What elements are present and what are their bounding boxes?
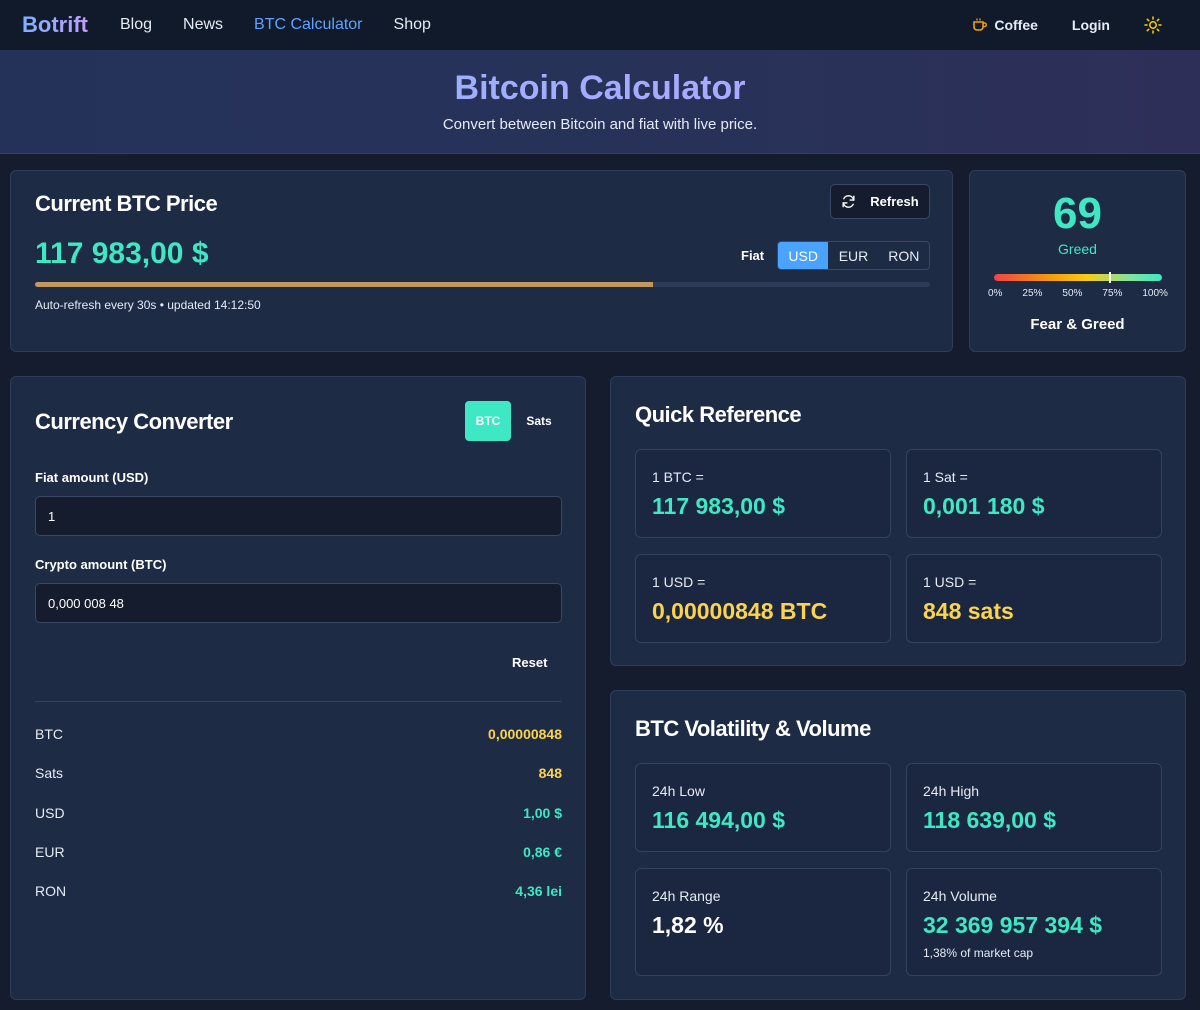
reference-tile-btc: 1 BTC = 117 983,00 $ <box>635 449 891 538</box>
refresh-label: Refresh <box>870 194 919 209</box>
brand-logo[interactable]: Botrift <box>22 12 88 38</box>
result-row-usd: USD 1,00 $ <box>35 805 562 821</box>
coffee-label: Coffee <box>994 17 1038 33</box>
nav-link-btc-calculator[interactable]: BTC Calculator <box>254 16 362 34</box>
result-key: Sats <box>35 765 64 781</box>
fear-greed-ticks: 0% 25% 50% 75% 100% <box>988 288 1168 299</box>
tile-value: 848 sats <box>923 598 1014 624</box>
reset-button[interactable]: Reset <box>512 655 547 670</box>
nav-link-blog[interactable]: Blog <box>120 16 152 34</box>
top-nav: Botrift Blog News BTC Calculator Shop Co… <box>0 0 1200 50</box>
tile-value: 116 494,00 $ <box>652 807 786 833</box>
page-subtitle: Convert between Bitcoin and fiat with li… <box>442 116 758 133</box>
fear-greed-tick: 75% <box>1102 288 1123 299</box>
result-row-sats: Sats 848 <box>35 765 562 781</box>
tile-value: 32 369 957 394 $ <box>923 912 1103 938</box>
result-key: BTC <box>35 726 63 742</box>
tile-label: 24h Range <box>652 888 721 904</box>
tile-label: 24h Low <box>652 783 705 799</box>
fiat-amount-input[interactable] <box>35 496 562 536</box>
fear-greed-tick: 0% <box>988 288 1003 299</box>
crypto-amount-label: Crypto amount (BTC) <box>35 557 167 572</box>
tile-label: 24h High <box>923 783 980 799</box>
fiat-option-usd[interactable]: USD <box>778 242 829 269</box>
tile-label: 1 Sat = <box>923 469 968 485</box>
unit-toggle-btc[interactable]: BTC <box>465 401 511 441</box>
nav-link-news[interactable]: News <box>183 16 223 34</box>
tile-value: 118 639,00 $ <box>923 807 1057 833</box>
refresh-button[interactable]: Refresh <box>830 184 930 219</box>
refresh-icon <box>842 195 855 208</box>
coffee-cup-icon <box>973 18 988 31</box>
refresh-progress-fill <box>35 282 653 287</box>
converter-title: Currency Converter <box>35 409 233 434</box>
tile-value: 1,82 % <box>652 912 724 938</box>
fear-greed-tick: 25% <box>1022 288 1043 299</box>
coffee-button[interactable]: Coffee <box>972 17 1038 33</box>
result-key: RON <box>35 883 67 899</box>
fear-greed-tick: 50% <box>1062 288 1083 299</box>
btc-price-value: 117 983,00 $ <box>35 237 209 270</box>
volatility-title: BTC Volatility & Volume <box>635 716 871 741</box>
tile-value: 0,001 180 $ <box>923 493 1045 519</box>
nav-right: Coffee Login <box>972 16 1178 34</box>
result-value: 848 <box>538 765 562 781</box>
theme-toggle-sun-icon[interactable] <box>1144 16 1162 34</box>
stat-tile-24h-volume: 24h Volume 32 369 957 394 $ 1,38% of mar… <box>906 868 1162 976</box>
fear-greed-gradient-bar <box>994 272 1162 283</box>
tile-label: 24h Volume <box>923 888 997 904</box>
fear-greed-sentiment: Greed <box>1058 241 1097 257</box>
tile-value: 117 983,00 $ <box>652 493 786 519</box>
converter-divider <box>35 701 562 702</box>
quick-reference-title: Quick Reference <box>635 402 802 427</box>
tile-label: 1 USD = <box>652 574 706 590</box>
reference-tile-usd-sats: 1 USD = 848 sats <box>906 554 1162 643</box>
result-value: 1,00 $ <box>523 805 562 821</box>
fear-greed-value: 69 <box>1053 189 1102 238</box>
result-value: 4,36 lei <box>515 883 562 899</box>
fiat-label: Fiat <box>741 248 765 263</box>
result-value: 0,86 € <box>523 844 562 860</box>
result-row-ron: RON 4,36 lei <box>35 883 562 899</box>
fear-greed-card: 69 Greed 0% 25% 50% 75% 100% Fear & Gree… <box>969 170 1186 352</box>
tile-label: 1 USD = <box>923 574 977 590</box>
stat-tile-24h-range: 24h Range 1,82 % <box>635 868 891 976</box>
stat-tile-24h-high: 24h High 118 639,00 $ <box>906 763 1162 852</box>
tile-value: 0,00000848 BTC <box>652 598 828 624</box>
crypto-amount-input[interactable] <box>35 583 562 623</box>
stat-tile-24h-low: 24h Low 116 494,00 $ <box>635 763 891 852</box>
nav-link-shop[interactable]: Shop <box>394 16 431 34</box>
reference-tile-sat: 1 Sat = 0,001 180 $ <box>906 449 1162 538</box>
refresh-progress-bar <box>35 282 930 287</box>
result-value: 0,00000848 <box>488 726 562 742</box>
fiat-selector: USD EUR RON <box>777 241 930 270</box>
fiat-option-eur[interactable]: EUR <box>828 242 878 269</box>
login-link[interactable]: Login <box>1072 17 1110 33</box>
fiat-option-ron[interactable]: RON <box>879 242 929 269</box>
volatility-volume-card: BTC Volatility & Volume 24h Low 116 494,… <box>610 690 1186 1000</box>
result-row-eur: EUR 0,86 € <box>35 844 562 860</box>
fear-greed-title: Fear & Greed <box>1030 316 1125 333</box>
currency-converter-card: Currency Converter BTC Sats Fiat amount … <box>10 376 586 1000</box>
tile-label: 1 BTC = <box>652 469 704 485</box>
unit-toggle-sats[interactable]: Sats <box>517 401 561 441</box>
quick-reference-card: Quick Reference 1 BTC = 117 983,00 $ 1 S… <box>610 376 1186 666</box>
price-card-title: Current BTC Price <box>35 191 218 216</box>
fear-greed-marker <box>1108 272 1111 283</box>
hero-banner: Bitcoin Calculator Convert between Bitco… <box>0 50 1200 154</box>
tile-subtext: 1,38% of market cap <box>923 946 1034 960</box>
refresh-status-text: Auto-refresh every 30s • updated 14:12:5… <box>35 298 261 312</box>
page-title: Bitcoin Calculator <box>0 69 1200 108</box>
fear-greed-tick: 100% <box>1142 288 1168 299</box>
reference-tile-usd-btc: 1 USD = 0,00000848 BTC <box>635 554 891 643</box>
result-key: USD <box>35 805 65 821</box>
current-price-card: Current BTC Price 117 983,00 $ Refresh F… <box>10 170 953 352</box>
result-key: EUR <box>35 844 65 860</box>
fiat-amount-label: Fiat amount (USD) <box>35 470 149 485</box>
result-row-btc: BTC 0,00000848 <box>35 726 562 742</box>
